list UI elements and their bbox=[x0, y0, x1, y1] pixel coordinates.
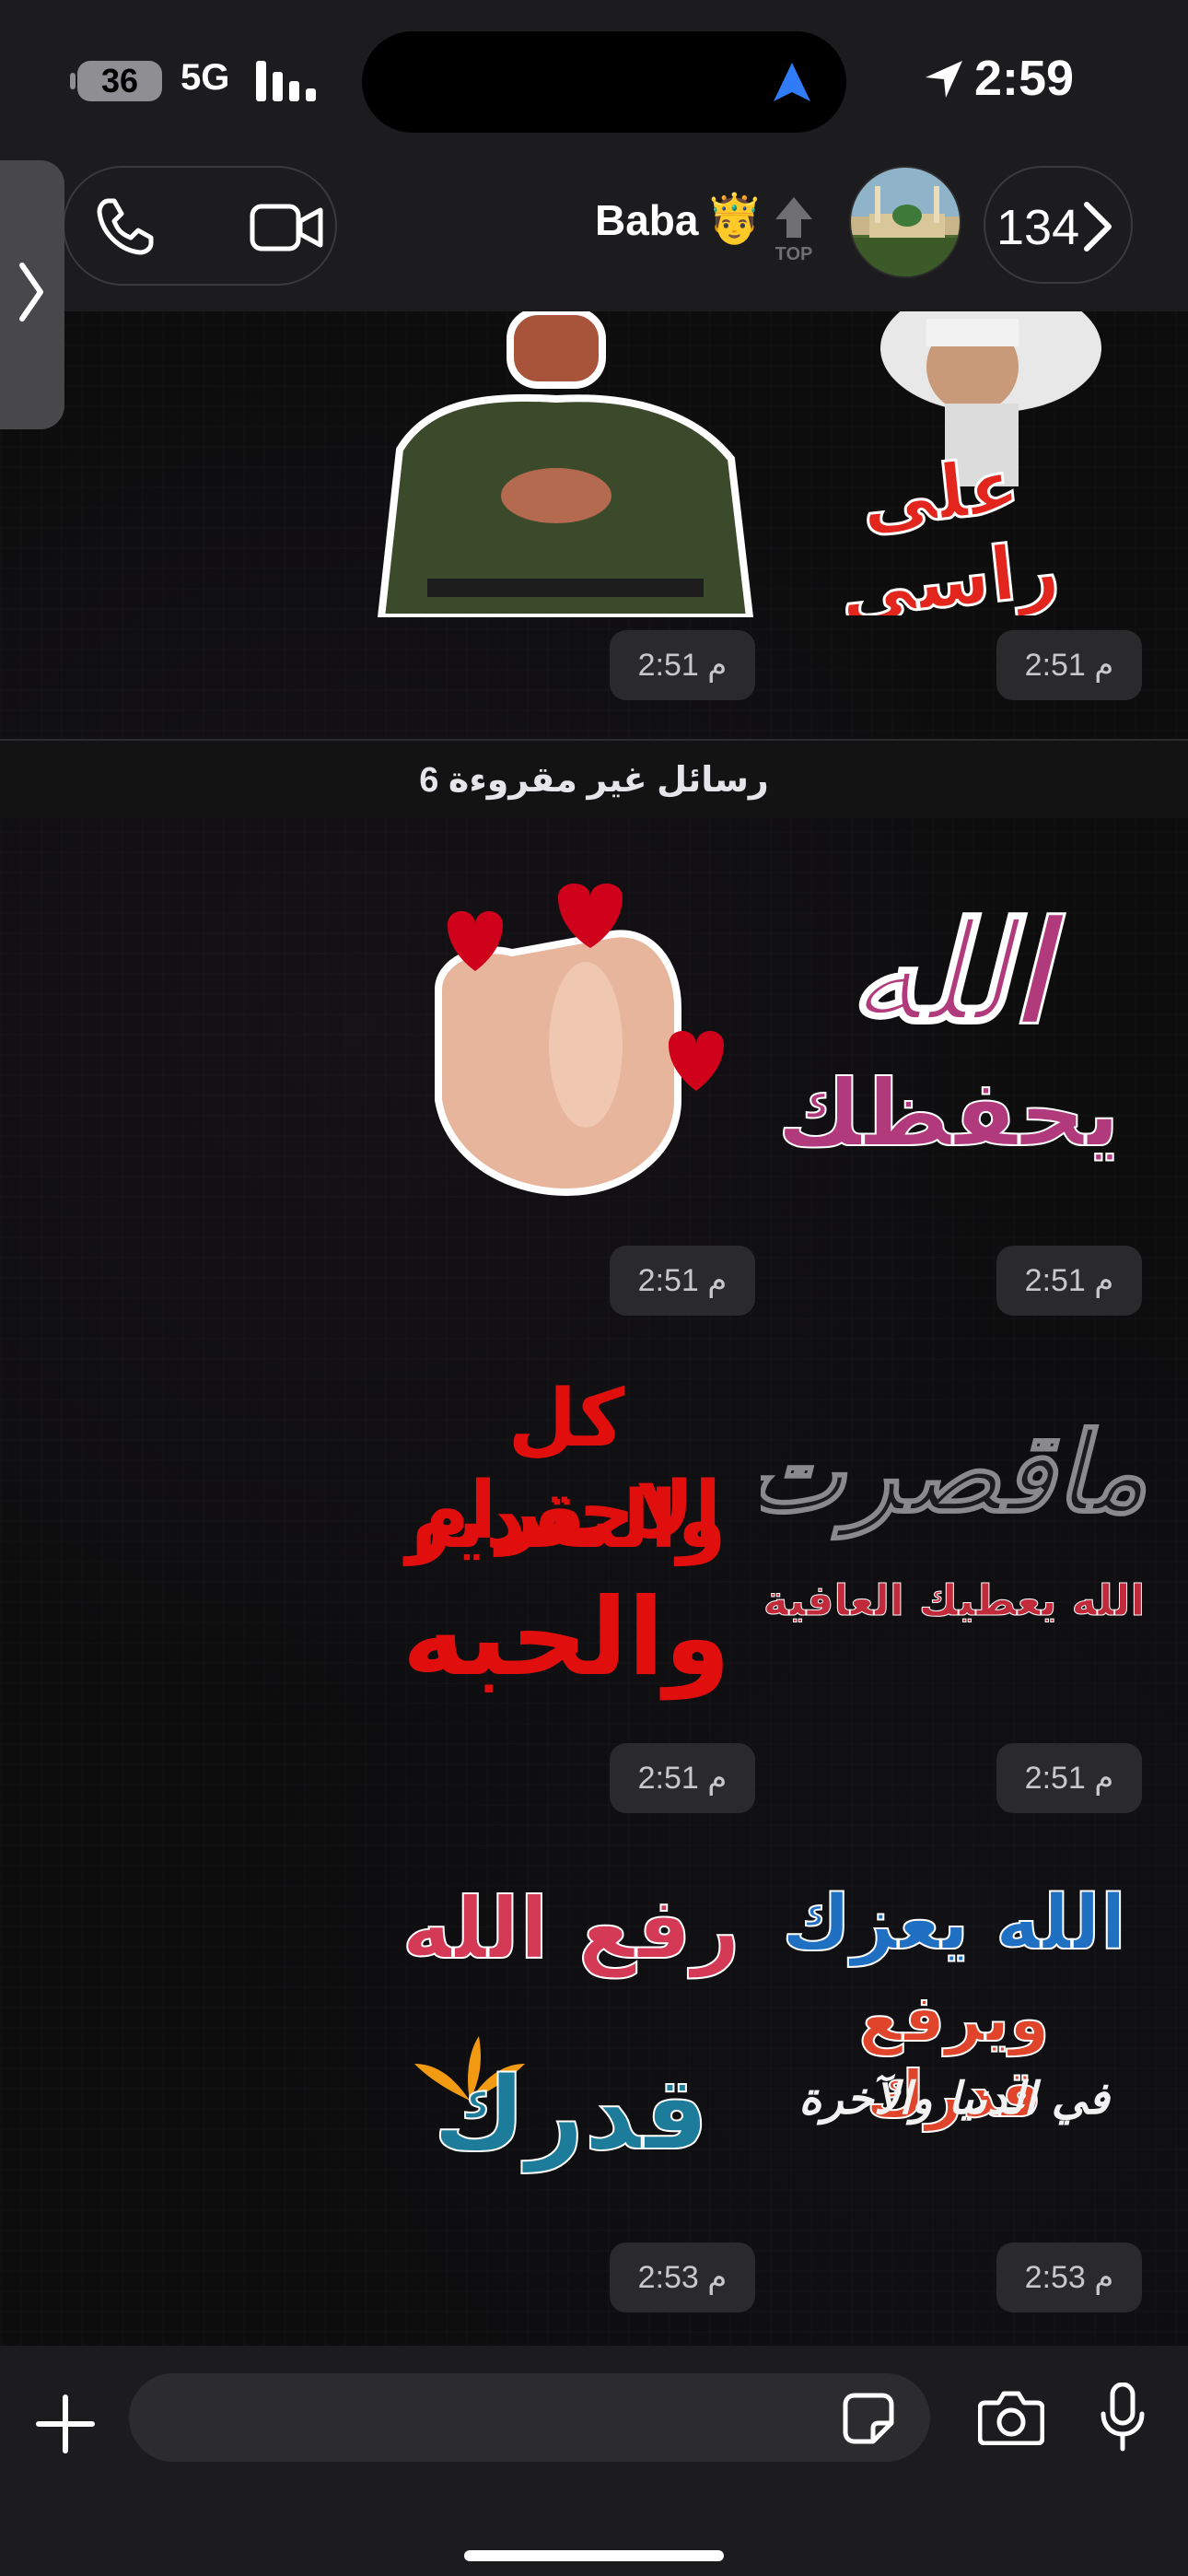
sticker-rafa-allah[interactable]: رفع الله قدرك bbox=[396, 1870, 746, 2202]
message-timestamp: 2:53 م bbox=[610, 2242, 755, 2313]
sticker-caption-line1: الله يعزك bbox=[781, 1879, 1127, 1968]
sticker-ala-rasi[interactable]: على راسي bbox=[761, 311, 1138, 615]
home-indicator bbox=[464, 2550, 724, 2561]
sticker-caption-line2: والتقدير bbox=[406, 1474, 727, 1566]
network-label: 5G bbox=[181, 57, 230, 98]
sticker-caption-line3: في الدنيا والآخرة bbox=[798, 2073, 1110, 2125]
sticker-caption-line2: الله يعطيك العافية bbox=[763, 1575, 1146, 1626]
sticker-caption-line2: قدرك bbox=[432, 2054, 710, 2173]
unread-messages-divider: 6 رسائل غير مقروءة bbox=[0, 741, 1188, 818]
sticker-allah-yeizak[interactable]: الله يعزك ويرفع قدرك في الدنيا والآخرة bbox=[761, 1879, 1147, 2211]
avatar[interactable] bbox=[849, 166, 961, 278]
message-timestamp: 2:51 م bbox=[610, 630, 755, 700]
top-badge-label: TOP bbox=[775, 244, 813, 264]
unread-count: 134 bbox=[996, 200, 1080, 255]
video-camera-icon[interactable] bbox=[249, 197, 324, 258]
message-timestamp: 2:51 م bbox=[996, 1246, 1142, 1316]
message-input[interactable] bbox=[129, 2373, 930, 2462]
call-actions-pill bbox=[63, 166, 337, 286]
sticker-caption-line1: رفع الله bbox=[401, 1879, 741, 1979]
sticker-caption-line1: ماقصرت bbox=[761, 1409, 1147, 1539]
message-timestamp: 2:51 م bbox=[996, 1743, 1142, 1813]
microphone-icon[interactable] bbox=[1100, 2383, 1146, 2453]
sticker-caption-line2: يحفظك bbox=[776, 1059, 1121, 1168]
chevron-right-icon bbox=[19, 263, 43, 322]
sticker-maqassart[interactable]: ماقصرت الله يعطيك العافية bbox=[761, 1391, 1147, 1668]
sticker-pointing-hand-image bbox=[435, 884, 724, 1197]
camera-icon[interactable] bbox=[978, 2390, 1044, 2445]
sticker-kol-alehtiram[interactable]: كل الاحترام والتقدير والحبه bbox=[378, 1373, 755, 1723]
unread-messages-label: 6 رسائل غير مقروءة bbox=[419, 761, 769, 800]
sticker-allah-yehfazak[interactable]: الله يحفظك bbox=[755, 884, 1142, 1198]
message-timestamp: 2:53 م bbox=[996, 2242, 1142, 2313]
top-badge-icon: TOP bbox=[775, 197, 813, 264]
battery-indicator: 36 bbox=[77, 61, 162, 101]
sticker-man-uniform-image bbox=[377, 311, 754, 617]
phone-icon[interactable] bbox=[92, 195, 157, 260]
battery-nub bbox=[70, 73, 76, 89]
navigation-arrow-icon bbox=[774, 63, 810, 101]
message-input-bar bbox=[0, 2346, 1188, 2576]
sticker-caption-line1: الله bbox=[847, 893, 1050, 1056]
signal-bars-icon bbox=[256, 61, 316, 101]
status-bar: 36 5G 2:59 bbox=[0, 0, 1188, 157]
plus-icon[interactable] bbox=[35, 2394, 96, 2454]
message-timestamp: 2:51 م bbox=[996, 630, 1142, 700]
message-timestamp: 2:51 م bbox=[610, 1246, 755, 1316]
contact-emoji: 🤴 bbox=[705, 193, 764, 246]
sticker-icon[interactable] bbox=[842, 2392, 895, 2445]
sticker-caption-line3: والحبه bbox=[402, 1575, 731, 1700]
sticker-pointing-hand[interactable] bbox=[402, 879, 751, 1211]
chevron-right-icon bbox=[1084, 202, 1112, 252]
message-timestamp: 2:51 م bbox=[610, 1743, 755, 1813]
status-clock: 2:59 bbox=[974, 51, 1075, 106]
chat-header: Baba 🤴 TOP 134 bbox=[0, 157, 1188, 311]
side-drawer-handle[interactable] bbox=[0, 160, 64, 429]
sticker-man-uniform[interactable] bbox=[372, 311, 759, 617]
location-arrow-icon bbox=[926, 61, 962, 98]
avatar-mosque-image bbox=[851, 186, 960, 276]
contact-name[interactable]: Baba bbox=[595, 195, 698, 245]
back-button[interactable]: 134 bbox=[984, 166, 1133, 284]
